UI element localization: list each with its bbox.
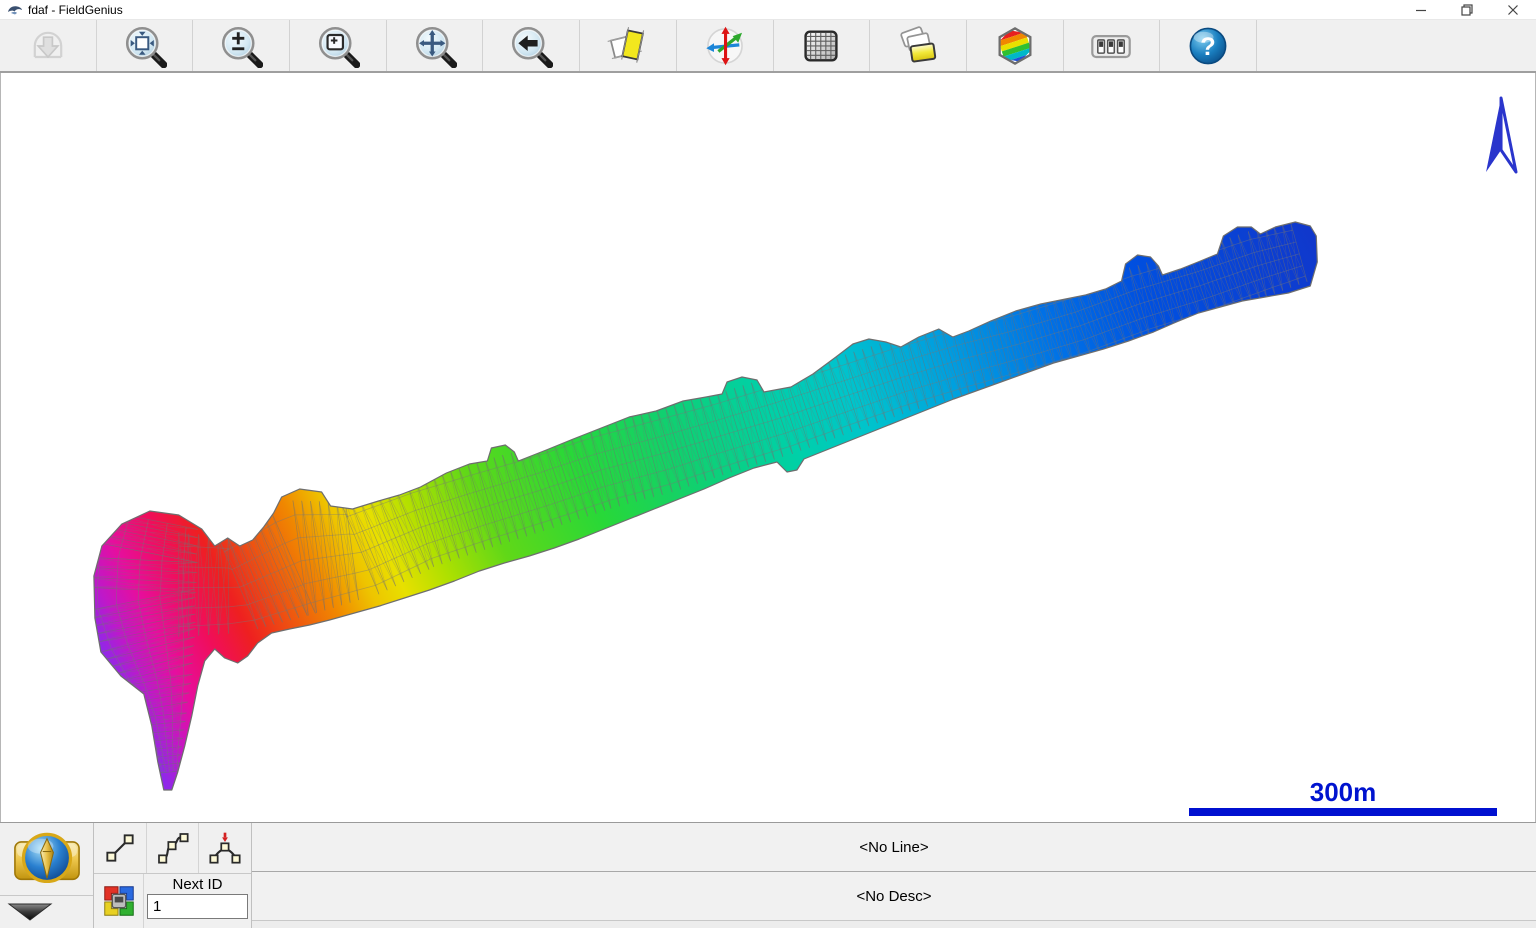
instrument-flyout-wrap (0, 896, 93, 928)
line-tools-column: Next ID (94, 823, 252, 928)
next-id-row: Next ID (94, 874, 251, 928)
scale-bar-label: 300m (1189, 779, 1497, 805)
next-id-group: Next ID (144, 874, 251, 928)
rotate-view-icon (606, 24, 650, 68)
switches-icon (1089, 24, 1133, 68)
zoom-previous-button[interactable] (483, 20, 580, 71)
help-button[interactable]: ? (1160, 20, 1257, 71)
view-3d-button[interactable] (677, 20, 774, 71)
line-tools-row (94, 823, 251, 874)
flyout-triangle-icon[interactable] (6, 902, 54, 922)
zoom-extents-button[interactable] (97, 20, 194, 71)
toggles-button[interactable] (1064, 20, 1161, 71)
restore-icon (1461, 4, 1473, 16)
toolbar-spacer (1257, 20, 1536, 71)
instrument-plumb-bob-icon (12, 828, 82, 890)
instrument-button[interactable] (12, 828, 82, 890)
tin-surface (94, 222, 1317, 790)
status-footer (252, 921, 1536, 928)
scale-bar: 300m (1189, 779, 1497, 816)
import-surface-icon (26, 24, 70, 68)
window-title: fdaf - FieldGenius (28, 3, 1398, 17)
instrument-button-wrap (0, 823, 93, 896)
spline-curve-icon (157, 832, 189, 864)
instrument-column (0, 823, 94, 928)
next-id-label: Next ID (172, 875, 222, 894)
arc-insert-icon (209, 832, 241, 864)
line-segment-icon (104, 832, 136, 864)
line-status-text: <No Line> (859, 839, 928, 856)
desc-status-text: <No Desc> (856, 888, 931, 905)
minimize-button[interactable] (1398, 0, 1444, 19)
draw-line-button[interactable] (94, 823, 147, 873)
zoom-plus-minus-icon (219, 24, 263, 68)
tin-surface-svg (1, 73, 1535, 822)
main-toolbar: ? (0, 20, 1536, 73)
map-canvas[interactable]: 300m (0, 73, 1536, 822)
3d-axes-icon (703, 24, 747, 68)
desc-status-bar[interactable]: <No Desc> (252, 872, 1536, 921)
rotate-view-button[interactable] (580, 20, 677, 71)
help-icon: ? (1186, 24, 1230, 68)
app-logo-icon (7, 3, 23, 16)
zoom-previous-icon (509, 24, 553, 68)
next-id-input[interactable] (147, 894, 248, 919)
zoom-window-icon (316, 24, 360, 68)
import-surface-button (0, 20, 97, 71)
pan-button[interactable] (387, 20, 484, 71)
pan-magnifier-icon (413, 24, 457, 68)
rainbow-surface-icon (993, 24, 1037, 68)
zoom-in-out-button[interactable] (193, 20, 290, 71)
layers-icon (896, 24, 940, 68)
surface-display-button[interactable] (967, 20, 1064, 71)
zoom-window-button[interactable] (290, 20, 387, 71)
grid-toggle-button[interactable] (774, 20, 871, 71)
close-icon (1507, 4, 1519, 16)
line-status-bar[interactable]: <No Line> (252, 823, 1536, 872)
bottom-panel: Next ID <No Line> <No Desc> (0, 822, 1536, 928)
scale-bar-line (1189, 808, 1497, 816)
svg-text:?: ? (1200, 32, 1215, 60)
north-arrow-icon (1486, 98, 1516, 172)
status-column: <No Line> <No Desc> (252, 823, 1536, 928)
window-controls (1398, 0, 1536, 19)
display-toggle-button[interactable] (94, 874, 144, 928)
title-bar: fdaf - FieldGenius (0, 0, 1536, 20)
zoom-extents-icon (123, 24, 167, 68)
corner-colors-icon (100, 882, 138, 920)
minimize-icon (1415, 4, 1427, 16)
draw-spline-button[interactable] (147, 823, 200, 873)
close-button[interactable] (1490, 0, 1536, 19)
draw-arc-button[interactable] (199, 823, 251, 873)
restore-button[interactable] (1444, 0, 1490, 19)
layers-button[interactable] (870, 20, 967, 71)
grid-icon (799, 24, 843, 68)
